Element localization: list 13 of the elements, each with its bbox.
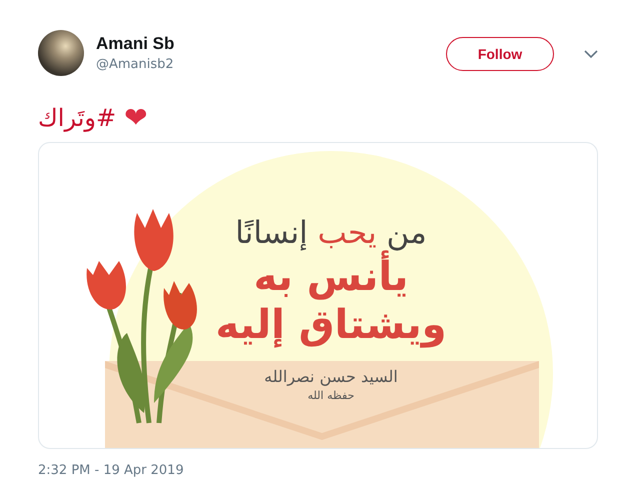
- avatar-photo-placeholder[interactable]: [38, 30, 84, 76]
- heart-emoji: ❤: [124, 104, 148, 132]
- hashtag-link[interactable]: #وتَراك: [38, 104, 116, 132]
- image-card[interactable]: من يحب إنسانًا يأنس به ويشتاق إليه السيد حسن نصرالله حفظه الله: [38, 142, 598, 449]
- chevron-down-icon[interactable]: [584, 50, 598, 59]
- author-handle[interactable]: @Amanisb2: [96, 57, 434, 72]
- quote-line: من يحب إنسانًا: [235, 214, 427, 251]
- tweet-timestamp[interactable]: 2:32 PM - 19 Apr 2019: [38, 463, 598, 478]
- quote-line: ويشتاق إليه: [216, 301, 446, 350]
- author-name[interactable]: Amani Sb: [96, 34, 434, 54]
- quote-attribution: السيد حسن نصرالله: [264, 367, 398, 386]
- follow-button[interactable]: Follow: [446, 37, 554, 71]
- attribution-note: حفظه الله: [308, 389, 354, 402]
